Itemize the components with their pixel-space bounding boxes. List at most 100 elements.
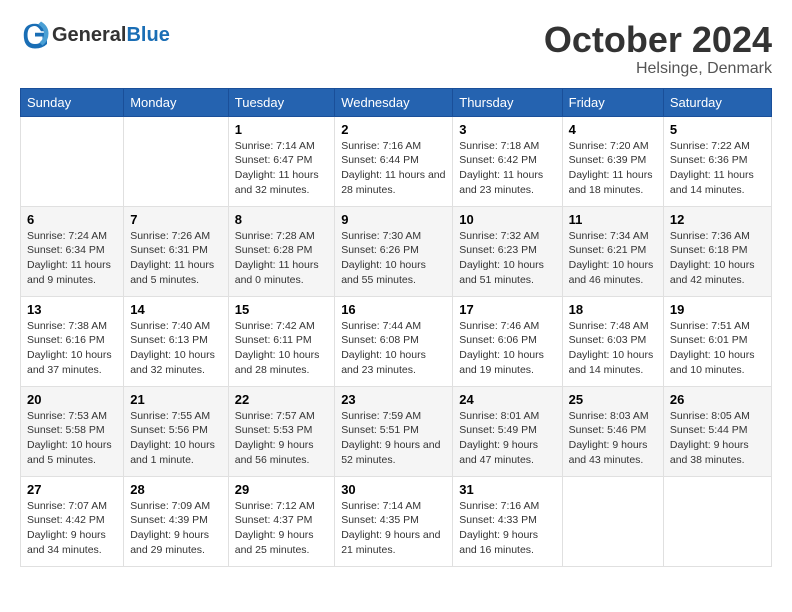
day-cell-23: 23 Sunrise: 7:59 AMSunset: 5:51 PMDayligh… [335, 386, 453, 476]
day-cell-9: 9 Sunrise: 7:30 AMSunset: 6:26 PMDaylight… [335, 206, 453, 296]
day-cell-2: 2 Sunrise: 7:16 AMSunset: 6:44 PMDaylight… [335, 116, 453, 206]
day-cell-29: 29Sunrise: 7:12 AMSunset: 4:37 PMDayligh… [228, 476, 334, 566]
day-info: Sunrise: 7:46 AMSunset: 6:06 PMDaylight:… [459, 319, 555, 378]
day-info: Sunrise: 8:03 AMSunset: 5:46 PMDaylight:… [569, 409, 657, 468]
calendar-table: SundayMondayTuesdayWednesdayThursdayFrid… [20, 88, 772, 567]
day-cell-24: 24 Sunrise: 8:01 AMSunset: 5:49 PMDayligh… [453, 386, 562, 476]
weekday-header-wednesday: Wednesday [335, 88, 453, 116]
day-info: Sunrise: 7:48 AMSunset: 6:03 PMDaylight:… [569, 319, 657, 378]
day-cell-31: 31 Sunrise: 7:16 AMSunset: 4:33 PMDayligh… [453, 476, 562, 566]
day-info: Sunrise: 7:24 AMSunset: 6:34 PMDaylight:… [27, 229, 117, 288]
logo: GeneralBlue [20, 20, 170, 50]
day-info: Sunrise: 7:18 AMSunset: 6:42 PMDaylight:… [459, 139, 555, 198]
day-info: Sunrise: 7:38 AMSunset: 6:16 PMDaylight:… [27, 319, 117, 378]
day-number: 10 [459, 212, 555, 227]
week-row-4: 20 Sunrise: 7:53 AMSunset: 5:58 PMDayligh… [21, 386, 772, 476]
day-number: 1 [235, 122, 328, 137]
weekday-header-thursday: Thursday [453, 88, 562, 116]
day-cell-3: 3 Sunrise: 7:18 AMSunset: 6:42 PMDaylight… [453, 116, 562, 206]
empty-cell [21, 116, 124, 206]
empty-cell [124, 116, 229, 206]
day-number: 4 [569, 122, 657, 137]
day-number: 15 [235, 302, 328, 317]
day-info: Sunrise: 8:05 AMSunset: 5:44 PMDaylight:… [670, 409, 765, 468]
day-cell-22: 22 Sunrise: 7:57 AMSunset: 5:53 PMDayligh… [228, 386, 334, 476]
day-number: 6 [27, 212, 117, 227]
location: Helsinge, Denmark [544, 60, 772, 78]
day-info: Sunrise: 7:40 AMSunset: 6:13 PMDaylight:… [130, 319, 222, 378]
day-number: 30 [341, 482, 446, 497]
day-info: Sunrise: 7:16 AMSunset: 4:33 PMDaylight:… [459, 499, 555, 558]
day-info: Sunrise: 7:28 AMSunset: 6:28 PMDaylight:… [235, 229, 328, 288]
day-number: 29 [235, 482, 328, 497]
day-number: 11 [569, 212, 657, 227]
day-cell-4: 4Sunrise: 7:20 AMSunset: 6:39 PMDaylight… [562, 116, 663, 206]
weekday-header-saturday: Saturday [663, 88, 771, 116]
day-info: Sunrise: 7:53 AMSunset: 5:58 PMDaylight:… [27, 409, 117, 468]
day-cell-15: 15 Sunrise: 7:42 AMSunset: 6:11 PMDayligh… [228, 296, 334, 386]
day-cell-10: 10 Sunrise: 7:32 AMSunset: 6:23 PMDayligh… [453, 206, 562, 296]
day-cell-5: 5Sunrise: 7:22 AMSunset: 6:36 PMDaylight… [663, 116, 771, 206]
day-cell-8: 8Sunrise: 7:28 AMSunset: 6:28 PMDaylight… [228, 206, 334, 296]
day-info: Sunrise: 7:59 AMSunset: 5:51 PMDaylight:… [341, 409, 446, 468]
empty-cell [562, 476, 663, 566]
day-number: 25 [569, 392, 657, 407]
week-row-3: 13 Sunrise: 7:38 AMSunset: 6:16 PMDayligh… [21, 296, 772, 386]
week-row-1: 1 Sunrise: 7:14 AMSunset: 6:47 PMDaylight… [21, 116, 772, 206]
day-info: Sunrise: 7:55 AMSunset: 5:56 PMDaylight:… [130, 409, 222, 468]
day-info: Sunrise: 7:57 AMSunset: 5:53 PMDaylight:… [235, 409, 328, 468]
day-number: 26 [670, 392, 765, 407]
day-number: 16 [341, 302, 446, 317]
day-number: 24 [459, 392, 555, 407]
day-info: Sunrise: 7:14 AMSunset: 4:35 PMDaylight:… [341, 499, 446, 558]
day-cell-30: 30 Sunrise: 7:14 AMSunset: 4:35 PMDayligh… [335, 476, 453, 566]
day-number: 13 [27, 302, 117, 317]
day-number: 5 [670, 122, 765, 137]
day-info: Sunrise: 7:14 AMSunset: 6:47 PMDaylight:… [235, 139, 328, 198]
day-info: Sunrise: 7:30 AMSunset: 6:26 PMDaylight:… [341, 229, 446, 288]
day-number: 17 [459, 302, 555, 317]
day-number: 20 [27, 392, 117, 407]
day-info: Sunrise: 7:51 AMSunset: 6:01 PMDaylight:… [670, 319, 765, 378]
month-title: October 2024 [544, 20, 772, 60]
title-area: October 2024 Helsinge, Denmark [544, 20, 772, 78]
day-cell-13: 13 Sunrise: 7:38 AMSunset: 6:16 PMDayligh… [21, 296, 124, 386]
day-cell-7: 7 Sunrise: 7:26 AMSunset: 6:31 PMDaylight… [124, 206, 229, 296]
day-number: 23 [341, 392, 446, 407]
day-number: 12 [670, 212, 765, 227]
day-info: Sunrise: 7:32 AMSunset: 6:23 PMDaylight:… [459, 229, 555, 288]
day-info: Sunrise: 7:34 AMSunset: 6:21 PMDaylight:… [569, 229, 657, 288]
day-number: 22 [235, 392, 328, 407]
day-cell-1: 1 Sunrise: 7:14 AMSunset: 6:47 PMDaylight… [228, 116, 334, 206]
day-cell-16: 16Sunrise: 7:44 AMSunset: 6:08 PMDayligh… [335, 296, 453, 386]
day-cell-14: 14 Sunrise: 7:40 AMSunset: 6:13 PMDayligh… [124, 296, 229, 386]
day-cell-11: 11 Sunrise: 7:34 AMSunset: 6:21 PMDayligh… [562, 206, 663, 296]
day-number: 7 [130, 212, 222, 227]
weekday-header-monday: Monday [124, 88, 229, 116]
day-cell-17: 17 Sunrise: 7:46 AMSunset: 6:06 PMDayligh… [453, 296, 562, 386]
day-info: Sunrise: 7:16 AMSunset: 6:44 PMDaylight:… [341, 139, 446, 198]
day-cell-20: 20 Sunrise: 7:53 AMSunset: 5:58 PMDayligh… [21, 386, 124, 476]
day-info: Sunrise: 7:26 AMSunset: 6:31 PMDaylight:… [130, 229, 222, 288]
day-number: 14 [130, 302, 222, 317]
week-row-5: 27Sunrise: 7:07 AMSunset: 4:42 PMDayligh… [21, 476, 772, 566]
day-cell-26: 26 Sunrise: 8:05 AMSunset: 5:44 PMDayligh… [663, 386, 771, 476]
day-number: 9 [341, 212, 446, 227]
day-cell-6: 6 Sunrise: 7:24 AMSunset: 6:34 PMDaylight… [21, 206, 124, 296]
day-cell-12: 12Sunrise: 7:36 AMSunset: 6:18 PMDayligh… [663, 206, 771, 296]
day-number: 27 [27, 482, 117, 497]
day-number: 28 [130, 482, 222, 497]
weekday-header-friday: Friday [562, 88, 663, 116]
day-info: Sunrise: 7:42 AMSunset: 6:11 PMDaylight:… [235, 319, 328, 378]
day-number: 31 [459, 482, 555, 497]
day-info: Sunrise: 8:01 AMSunset: 5:49 PMDaylight:… [459, 409, 555, 468]
day-number: 2 [341, 122, 446, 137]
logo-icon [20, 20, 50, 50]
empty-cell [663, 476, 771, 566]
logo-text: GeneralBlue [52, 24, 170, 47]
day-number: 3 [459, 122, 555, 137]
weekday-header-tuesday: Tuesday [228, 88, 334, 116]
day-cell-21: 21Sunrise: 7:55 AMSunset: 5:56 PMDayligh… [124, 386, 229, 476]
day-number: 19 [670, 302, 765, 317]
day-cell-19: 19 Sunrise: 7:51 AMSunset: 6:01 PMDayligh… [663, 296, 771, 386]
